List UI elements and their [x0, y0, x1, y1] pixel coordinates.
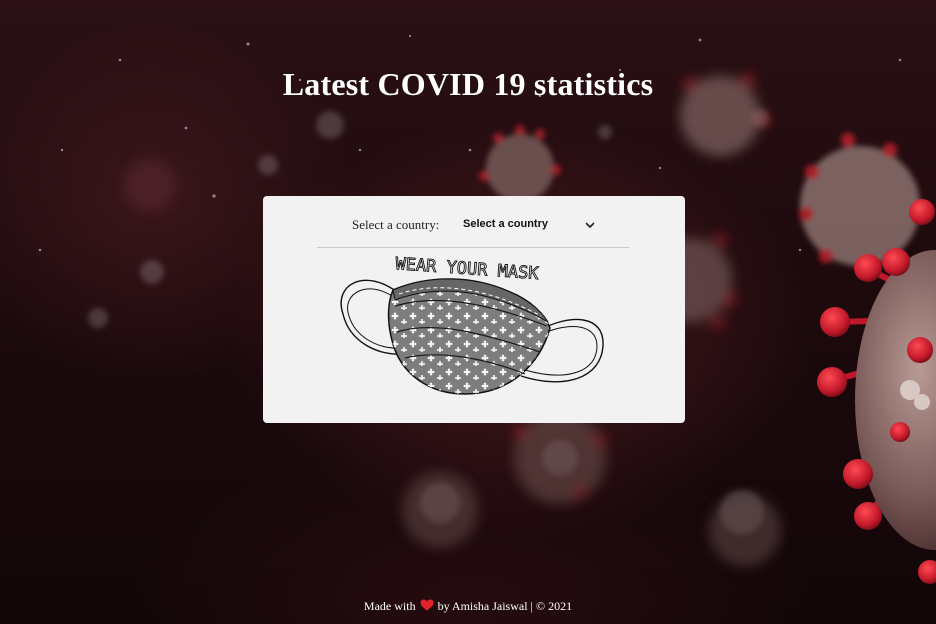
card-divider — [317, 247, 629, 248]
country-select-label: Select a country: — [352, 217, 440, 232]
country-select[interactable]: Select a country — [453, 214, 597, 236]
page-title: Latest COVID 19 statistics — [282, 66, 654, 102]
page-footer: Made with by Amisha Jaiswal | © 2021 — [0, 598, 936, 614]
country-selector-row: Select a country: Select a country — [263, 214, 685, 236]
chevron-down-icon — [585, 222, 595, 228]
country-stats-card: Select a country: Select a country WEAR … — [263, 196, 685, 423]
wear-your-mask-illustration: WEAR YOUR MASK — [340, 254, 604, 395]
footer-made-with: Made with — [363, 599, 416, 613]
country-select-value: Select a country — [463, 218, 548, 230]
footer-author-copyright: by Amisha Jaiswal | © 2021 — [437, 599, 573, 613]
heart-icon — [420, 599, 434, 611]
